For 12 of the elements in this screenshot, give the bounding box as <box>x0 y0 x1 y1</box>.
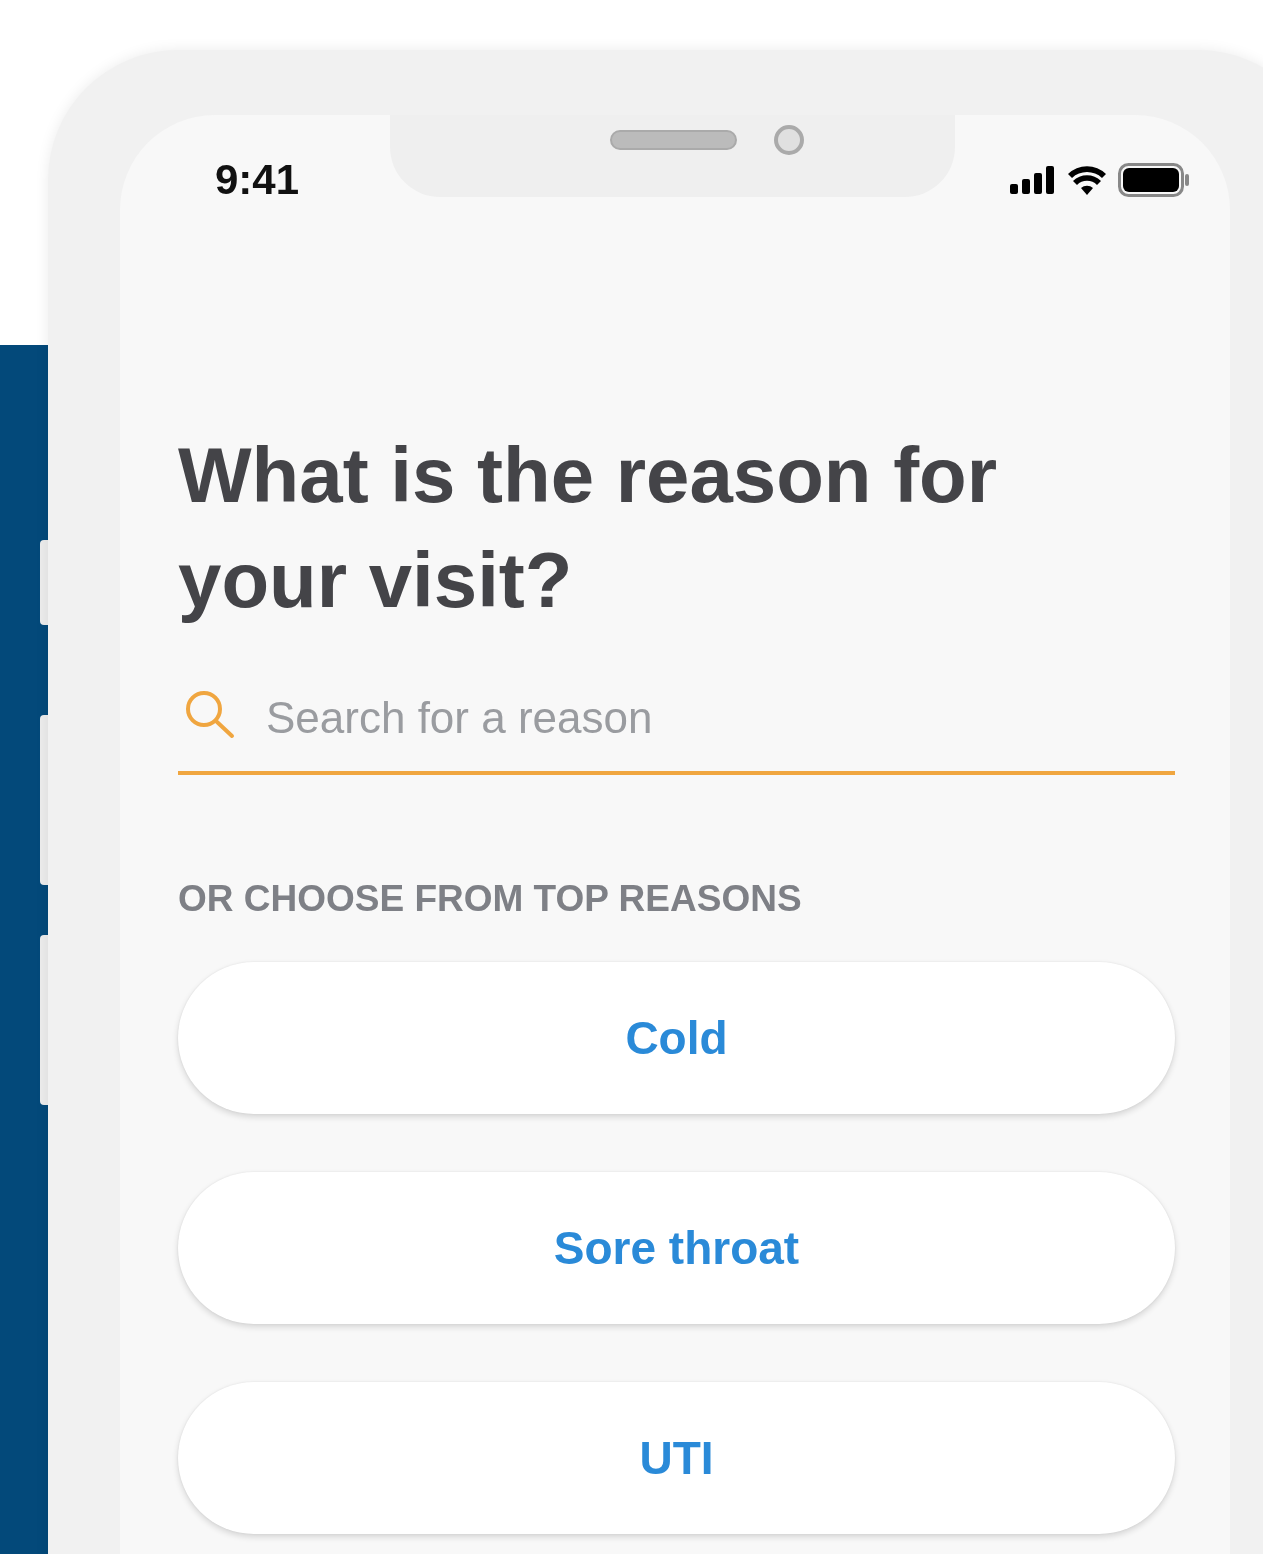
camera-lens <box>774 125 804 155</box>
status-time: 9:41 <box>215 156 300 204</box>
search-icon <box>184 689 236 739</box>
page-title: What is the reason for your visit? <box>178 430 999 626</box>
battery-icon <box>1118 163 1190 197</box>
section-label: OR CHOOSE FROM TOP REASONS <box>178 878 803 920</box>
search-field[interactable]: Search for a reason <box>266 685 1175 743</box>
reason-button[interactable]: Sore throat <box>178 1172 1175 1324</box>
wifi-icon <box>1068 165 1106 195</box>
reason-button[interactable]: Cold <box>178 962 1175 1114</box>
signal-icon <box>1010 166 1056 194</box>
reason-button[interactable]: UTI <box>178 1382 1175 1534</box>
